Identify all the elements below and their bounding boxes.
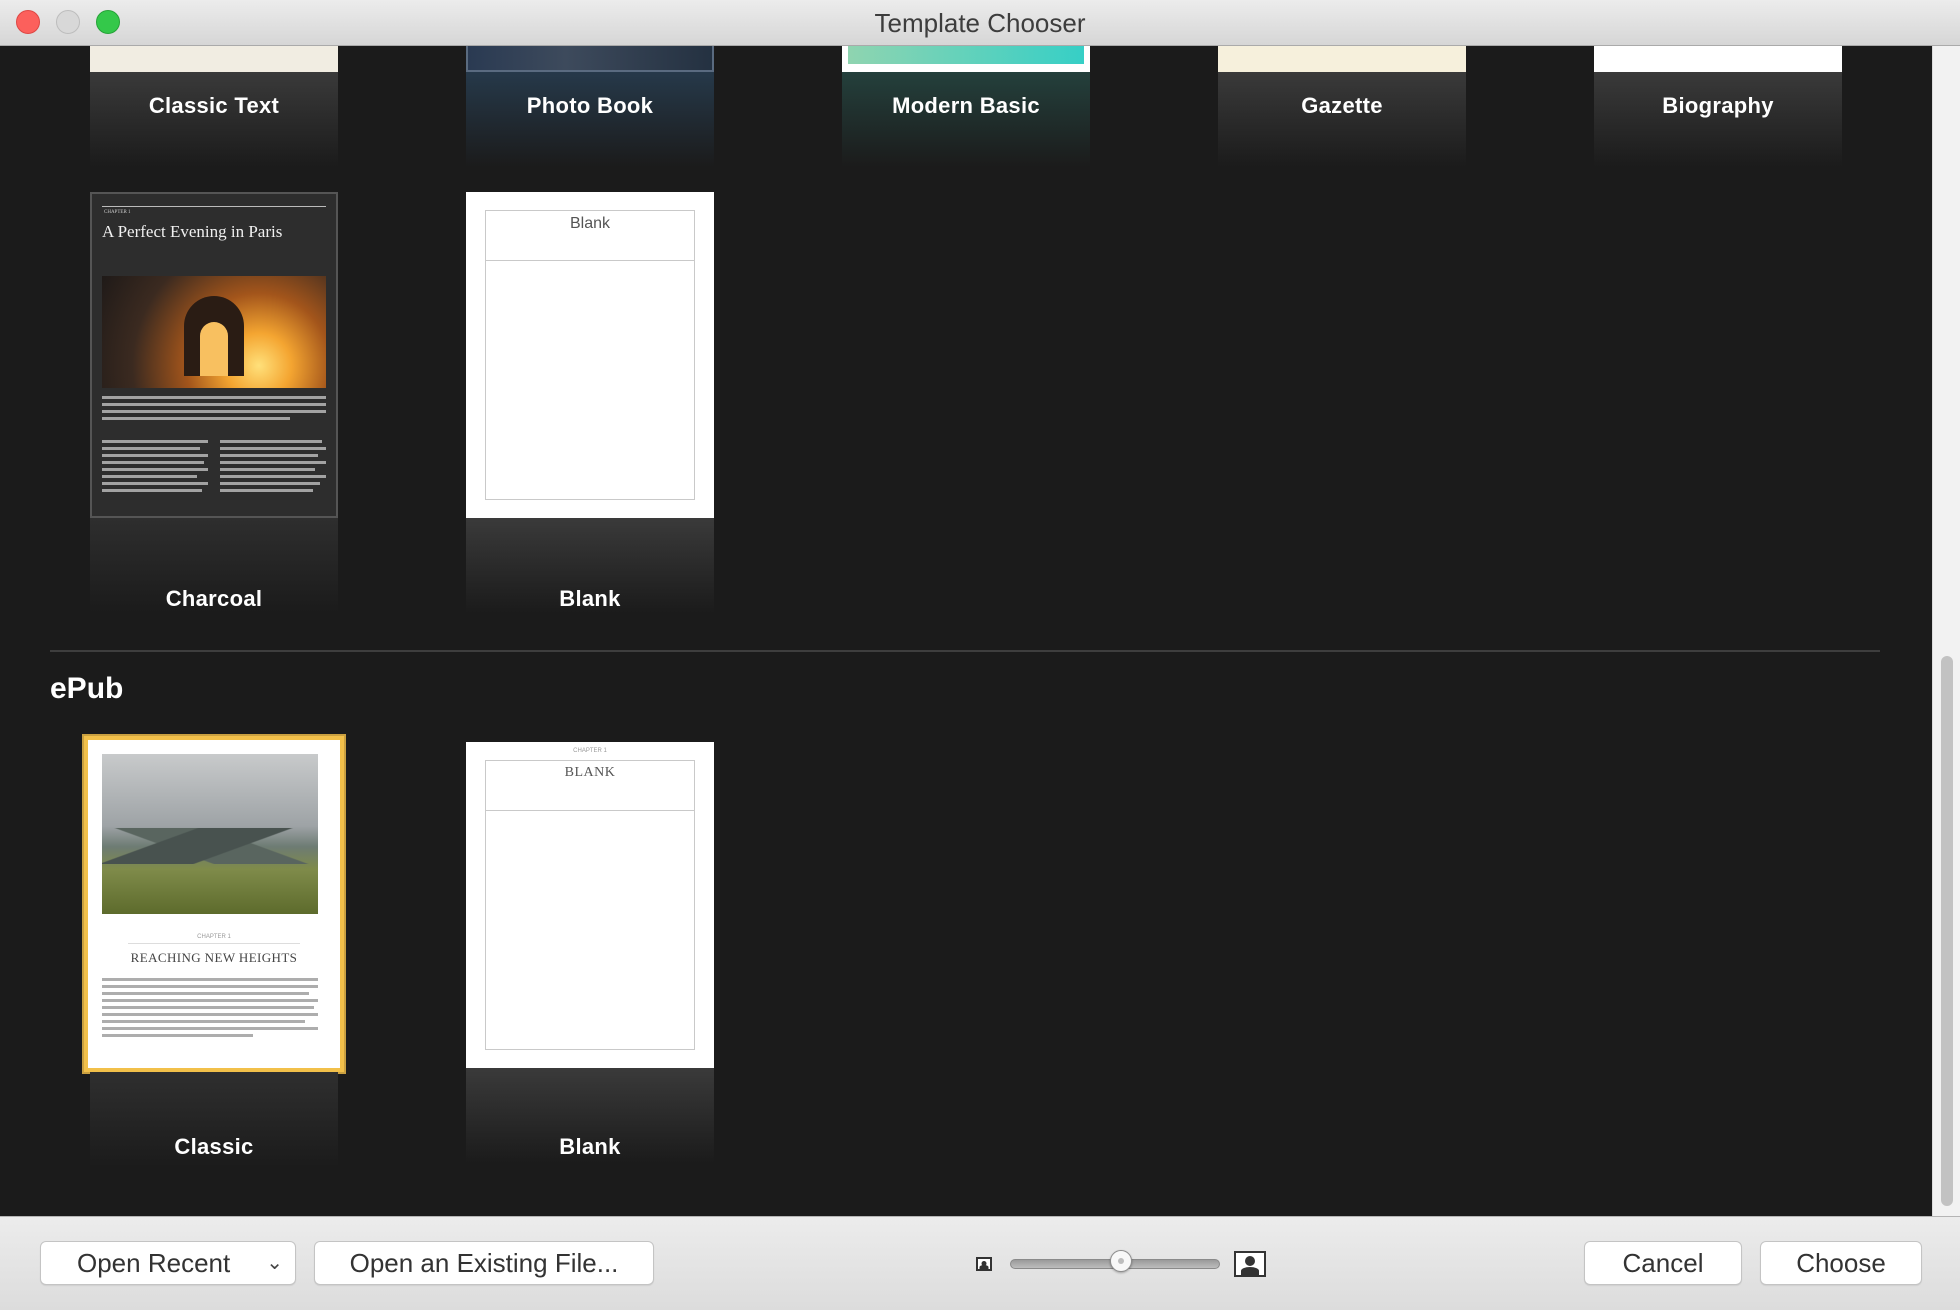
small-thumbnail-icon[interactable] bbox=[976, 1257, 992, 1271]
section-title-epub: ePub bbox=[50, 672, 124, 705]
template-thumbnail-selected: CHAPTER 1 REACHING NEW HEIGHTS bbox=[84, 736, 344, 1072]
section-divider bbox=[50, 650, 1880, 652]
chapter-rule bbox=[128, 943, 300, 944]
body-text-column bbox=[102, 440, 208, 496]
open-recent-label: Open Recent bbox=[77, 1248, 231, 1278]
template-thumbnail bbox=[1218, 46, 1466, 72]
open-existing-file-button[interactable]: Open an Existing File... bbox=[314, 1241, 654, 1285]
chevron-down-icon: ⌄ bbox=[266, 1252, 283, 1274]
template-label: Blank bbox=[559, 586, 621, 611]
page-title: REACHING NEW HEIGHTS bbox=[130, 950, 298, 965]
vertical-scrollbar[interactable] bbox=[1932, 46, 1960, 1216]
template-label: Classic Text bbox=[148, 93, 280, 118]
template-thumbnail bbox=[466, 46, 714, 72]
page-title: A Perfect Evening in Paris bbox=[102, 222, 283, 241]
chapter-label: CHAPTER 1 bbox=[197, 934, 231, 940]
page-title: Blank bbox=[486, 211, 694, 261]
chapter-label: CHAPTER 1 bbox=[104, 210, 131, 215]
template-reflection bbox=[1594, 72, 1842, 167]
page-frame: BLANK bbox=[485, 760, 695, 1050]
window-title: Template Chooser bbox=[874, 8, 1086, 38]
body-text-column bbox=[220, 440, 326, 496]
page-frame: Blank bbox=[485, 210, 695, 500]
scrollbar-thumb[interactable] bbox=[1941, 656, 1953, 1206]
template-thumbnail: CHAPTER 1 BLANK bbox=[466, 742, 714, 1068]
template-thumbnail-image bbox=[848, 46, 1084, 64]
template-thumbnail bbox=[90, 46, 338, 72]
large-thumbnail-icon[interactable] bbox=[1234, 1251, 1266, 1277]
mountain-photo bbox=[102, 754, 318, 914]
template-reflection bbox=[1218, 72, 1466, 167]
template-reflection bbox=[842, 72, 1090, 167]
title-bar: Template Chooser bbox=[0, 0, 1960, 46]
arc-de-triomphe-photo bbox=[102, 276, 326, 388]
cancel-button[interactable]: Cancel bbox=[1584, 1241, 1742, 1285]
body-text-lines bbox=[102, 978, 318, 1041]
template-thumbnail: CHAPTER 1 A Perfect Evening in Paris bbox=[90, 192, 338, 518]
body-text-lines bbox=[102, 396, 326, 424]
template-thumbnail bbox=[842, 46, 1090, 72]
open-recent-button[interactable]: Open Recent ⌄ bbox=[40, 1241, 296, 1285]
template-reflection bbox=[466, 72, 714, 167]
chapter-label: CHAPTER 1 bbox=[573, 748, 607, 754]
template-thumbnail bbox=[1594, 46, 1842, 72]
template-label: Photo Book bbox=[526, 93, 654, 118]
template-label: Classic bbox=[174, 1134, 254, 1159]
template-label: Biography bbox=[1662, 93, 1774, 118]
template-thumbnail: Blank bbox=[466, 192, 714, 518]
template-label: Modern Basic bbox=[892, 93, 1040, 118]
template-gallery[interactable]: Classic Text Photo Book Modern Basic Gaz… bbox=[0, 46, 1960, 1216]
page-rule bbox=[102, 206, 326, 207]
template-chooser-window: Template Chooser Classic Text Photo Book… bbox=[0, 0, 1960, 1310]
choose-button[interactable]: Choose bbox=[1760, 1241, 1922, 1285]
template-label: Gazette bbox=[1301, 93, 1383, 118]
template-reflection bbox=[90, 72, 338, 167]
template-label: Charcoal bbox=[165, 586, 263, 611]
page-title: BLANK bbox=[486, 761, 694, 811]
bottom-toolbar: Open Recent ⌄ Open an Existing File... C… bbox=[0, 1216, 1960, 1310]
slider-knob[interactable] bbox=[1109, 1250, 1132, 1272]
template-label: Blank bbox=[559, 1134, 621, 1159]
